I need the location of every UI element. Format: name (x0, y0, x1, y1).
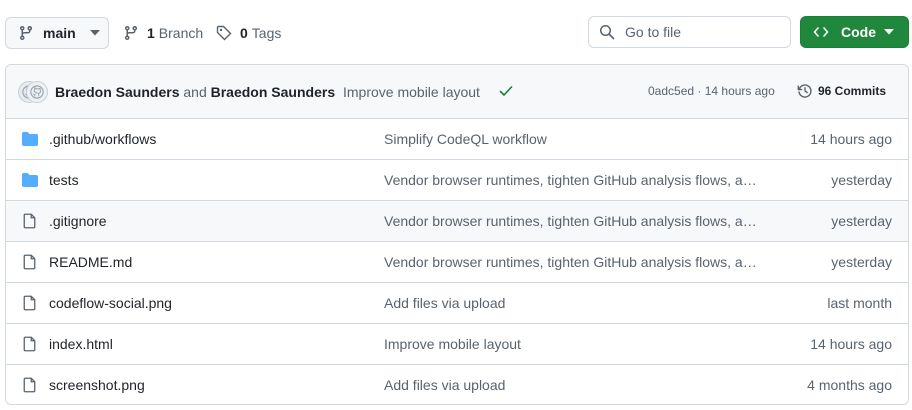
caret-down-icon (884, 29, 894, 35)
tags-label: Tags (251, 25, 282, 41)
folder-icon (22, 172, 38, 188)
file-commit-message-link[interactable]: Simplify CodeQL workflow (384, 131, 776, 147)
search-icon (599, 24, 615, 40)
commit-author-link[interactable]: Braedon Saunders (55, 84, 179, 100)
file-row[interactable]: .gitignore Vendor browser runtimes, tight… (6, 201, 908, 242)
file-commit-age: 14 hours ago (810, 131, 892, 147)
code-icon (813, 24, 829, 40)
commit-authors: Braedon Saunders and Braedon Saunders (55, 84, 335, 100)
file-commit-age: yesterday (831, 172, 892, 188)
file-name-link[interactable]: .gitignore (49, 213, 107, 229)
code-button-label: Code (841, 24, 876, 40)
file-commit-age: 14 hours ago (810, 336, 892, 352)
branches-count: 1 (147, 25, 155, 41)
file-name-link[interactable]: codeflow-social.png (49, 295, 172, 311)
author-avatars[interactable] (18, 81, 52, 103)
file-commit-message-link[interactable]: Vendor browser runtimes, tighten GitHub … (384, 254, 776, 270)
file-name-link[interactable]: .github/workflows (49, 131, 156, 147)
file-commit-age: 4 months ago (807, 377, 892, 393)
branch-selector-button[interactable]: main (5, 17, 109, 49)
git-branch-icon (123, 25, 139, 41)
caret-down-icon (89, 30, 100, 36)
branches-link[interactable]: 1 Branch (123, 17, 203, 49)
commit-coauthor-link[interactable]: Braedon Saunders (211, 84, 335, 100)
latest-commit-bar: Braedon Saunders and Braedon Saunders Im… (6, 65, 908, 119)
tags-count: 0 (240, 25, 248, 41)
tags-link[interactable]: 0 Tags (216, 17, 281, 49)
file-row[interactable]: README.md Vendor browser runtimes, tighte… (6, 242, 908, 283)
file-icon (22, 336, 38, 352)
check-icon[interactable] (499, 85, 513, 97)
go-to-file-placeholder: Go to file (625, 24, 682, 40)
file-icon (22, 377, 38, 393)
commit-message-link[interactable]: Improve mobile layout (343, 84, 480, 100)
file-browser: Braedon Saunders and Braedon Saunders Im… (5, 64, 909, 405)
tag-icon (216, 25, 232, 41)
commits-history-link[interactable]: 96 Commits (797, 83, 886, 99)
file-name-link[interactable]: screenshot.png (49, 377, 145, 393)
file-row[interactable]: screenshot.png Add files via upload 4 mont… (6, 365, 908, 404)
commit-sha-and-time[interactable]: 0adc5ed · 14 hours ago (648, 84, 775, 98)
history-icon (797, 83, 813, 99)
branches-label: Branch (158, 25, 204, 41)
file-name-link[interactable]: tests (49, 172, 79, 188)
file-commit-message-link[interactable]: Vendor browser runtimes, tighten GitHub … (384, 172, 776, 188)
file-icon (22, 254, 38, 270)
go-to-file-input[interactable]: Go to file (588, 16, 791, 48)
file-commit-message-link[interactable]: Add files via upload (384, 377, 776, 393)
commits-count-label: 96 Commits (818, 84, 887, 98)
code-button[interactable]: Code (800, 16, 909, 48)
file-commit-age: last month (827, 295, 892, 311)
file-list: .github/workflows Simplify CodeQL workflo… (6, 119, 908, 404)
file-name-link[interactable]: README.md (49, 254, 132, 270)
avatar (26, 81, 48, 103)
git-branch-icon (18, 25, 34, 41)
file-commit-age: yesterday (831, 254, 892, 270)
file-commit-age: yesterday (831, 213, 892, 229)
branch-name: main (43, 25, 76, 41)
file-row[interactable]: index.html Improve mobile layout 14 hours … (6, 324, 908, 365)
file-row[interactable]: tests Vendor browser runtimes, tighten Gi… (6, 160, 908, 201)
file-commit-message-link[interactable]: Add files via upload (384, 295, 776, 311)
file-commit-message-link[interactable]: Improve mobile layout (384, 336, 776, 352)
repo-toolbar: main 1 Branch 0 Tags Go to file Code (0, 0, 912, 64)
file-row[interactable]: codeflow-social.png Add files via upload l… (6, 283, 908, 324)
file-icon (22, 213, 38, 229)
file-name-link[interactable]: index.html (49, 336, 113, 352)
file-row[interactable]: .github/workflows Simplify CodeQL workflo… (6, 119, 908, 160)
file-commit-message-link[interactable]: Vendor browser runtimes, tighten GitHub … (384, 213, 776, 229)
file-icon (22, 295, 38, 311)
folder-icon (22, 131, 38, 147)
commit-authors-separator: and (183, 84, 207, 100)
